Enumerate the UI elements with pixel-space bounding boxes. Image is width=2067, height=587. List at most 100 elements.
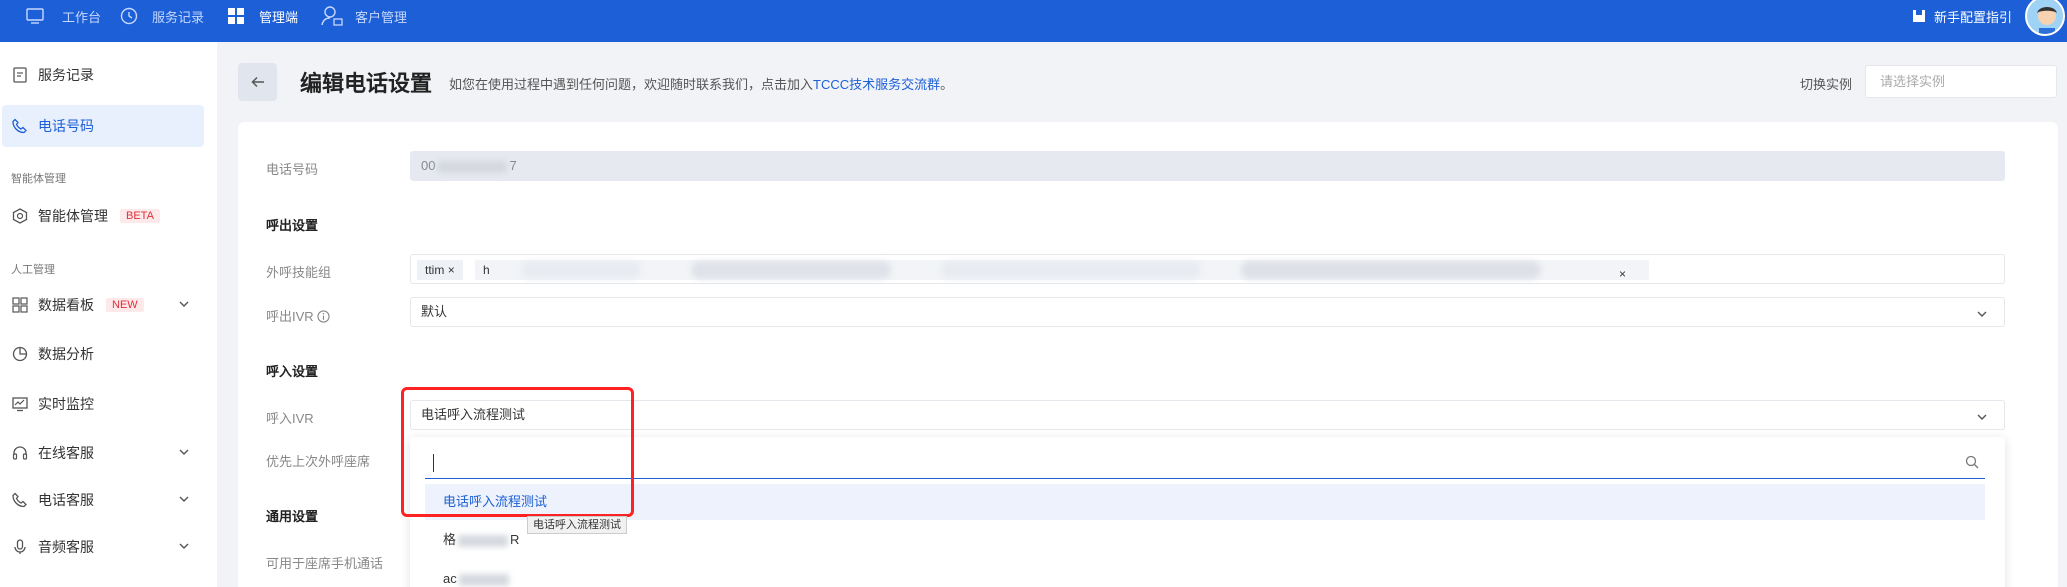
sidebar-item-online-service[interactable]: 在线客服 xyxy=(2,432,204,474)
masked-text xyxy=(458,573,509,586)
dropdown-search-input[interactable] xyxy=(425,447,1985,479)
dropdown-option[interactable]: ac xyxy=(425,561,1985,587)
phone-icon xyxy=(12,118,27,134)
dashboard-icon xyxy=(12,297,28,313)
chevron-down-icon xyxy=(179,449,189,455)
sidebar-item-phone-service[interactable]: 电话客服 xyxy=(2,479,204,521)
outbound-section-title: 呼出设置 xyxy=(266,218,319,233)
info-icon[interactable] xyxy=(317,310,330,323)
masked-text xyxy=(1241,261,1541,279)
sidebar-item-realtime-monitor[interactable]: 实时监控 xyxy=(2,383,204,425)
sidebar-item-label: 电话客服 xyxy=(38,492,94,508)
inbound-section-title: 呼入设置 xyxy=(266,364,319,379)
nav-workbench[interactable]: 工作台 xyxy=(26,0,101,32)
skill-tag-label: ttim xyxy=(425,263,445,277)
chevron-down-icon xyxy=(1977,311,1987,317)
masked-text xyxy=(691,261,891,279)
inbound-ivr-label: 呼入IVR xyxy=(266,411,314,426)
sidebar-item-label: 电话号码 xyxy=(38,118,94,134)
phone-number-field: 00 7 xyxy=(410,151,2005,181)
document-icon xyxy=(13,67,27,83)
beta-badge: BETA xyxy=(120,209,160,223)
nav-workbench-label: 工作台 xyxy=(62,9,102,25)
new-badge: NEW xyxy=(106,298,144,312)
sidebar: 服务记录 电话号码 智能体管理 智能体管理 BETA 人工管理 数据看板 NEW… xyxy=(0,42,217,587)
monitor-chart-icon xyxy=(12,397,28,412)
option-label: ac xyxy=(443,571,457,586)
book-icon xyxy=(1912,10,1925,22)
outbound-ivr-select[interactable]: 默认 xyxy=(410,297,2005,327)
general-section-title: 通用设置 xyxy=(266,509,319,524)
group-agent-label: 智能体管理 xyxy=(11,173,66,185)
pie-chart-icon xyxy=(12,346,28,362)
masked-text xyxy=(458,534,509,547)
masked-text xyxy=(941,261,1201,279)
chevron-down-icon xyxy=(1977,414,1987,420)
sidebar-item-phone-numbers[interactable]: 电话号码 xyxy=(2,105,204,147)
masked-text xyxy=(521,261,641,279)
back-button[interactable] xyxy=(238,63,277,101)
page-title: 编辑电话设置 xyxy=(300,71,433,96)
microphone-icon xyxy=(14,539,26,554)
phone-number-label: 电话号码 xyxy=(266,162,319,177)
dropdown-option[interactable]: 电话呼入流程测试 xyxy=(425,484,1985,520)
sidebar-item-label: 实时监控 xyxy=(38,396,94,412)
grid-icon xyxy=(228,8,244,24)
instance-select[interactable]: 请选择实例 xyxy=(1865,65,2057,98)
sidebar-item-data-analysis[interactable]: 数据分析 xyxy=(2,333,204,375)
chevron-down-icon xyxy=(179,543,189,549)
sidebar-item-label: 数据分析 xyxy=(38,346,94,362)
nav-customer-label: 客户管理 xyxy=(355,9,408,25)
option-label: 格 xyxy=(443,532,457,547)
nav-service-records-label: 服务记录 xyxy=(152,9,205,25)
phone-number-prefix: 00 xyxy=(421,158,436,173)
skill-tag: ttim × xyxy=(417,260,463,280)
nav-service-records[interactable]: 服务记录 xyxy=(120,0,204,32)
mobile-call-label: 可用于座席手机通话 xyxy=(266,556,384,571)
priority-agent-label: 优先上次外呼座席 xyxy=(266,454,371,469)
nav-customer[interactable]: 客户管理 xyxy=(321,0,407,32)
sidebar-item-label: 音频客服 xyxy=(38,539,94,555)
sidebar-item-label: 在线客服 xyxy=(38,445,94,461)
option-tooltip: 电话呼入流程测试 xyxy=(527,516,627,534)
masked-text xyxy=(437,160,508,173)
search-icon xyxy=(1965,455,1979,469)
sidebar-item-label: 数据看板 xyxy=(38,297,94,313)
tccc-group-link[interactable]: TCCC技术服务交流群 xyxy=(813,77,940,92)
chevron-down-icon xyxy=(179,496,189,502)
hint-text: 如您在使用过程中遇到任何问题，欢迎随时联系我们，点击加入 xyxy=(449,77,814,92)
sidebar-item-audio-service[interactable]: 音频客服 xyxy=(2,526,204,568)
switch-instance-label: 切换实例 xyxy=(1800,77,1853,92)
remove-tag-icon[interactable]: × xyxy=(1619,260,1626,288)
dropdown-option[interactable]: 格R xyxy=(425,522,1985,558)
outbound-ivr-label-text: 呼出IVR xyxy=(266,309,314,324)
skill-group-label: 外呼技能组 xyxy=(266,265,332,280)
headset-icon xyxy=(12,446,28,460)
remove-tag-icon[interactable]: × xyxy=(448,263,455,277)
outbound-ivr-label: 呼出IVR xyxy=(266,306,330,325)
sidebar-item-dashboard[interactable]: 数据看板 NEW xyxy=(2,284,204,326)
sidebar-item-agent-management[interactable]: 智能体管理 BETA xyxy=(2,195,204,237)
avatar-icon xyxy=(2027,0,2063,34)
nav-admin[interactable]: 管理端 xyxy=(227,0,298,32)
customer-icon xyxy=(321,6,343,26)
phone-number-suffix: 7 xyxy=(509,158,517,173)
avatar[interactable] xyxy=(2025,0,2065,36)
sidebar-item-label: 智能体管理 xyxy=(38,208,108,224)
skill-tag-label: h xyxy=(483,263,490,277)
guide-link[interactable]: 新手配置指引 xyxy=(1912,0,2012,32)
hint-suffix: 。 xyxy=(940,77,954,92)
option-suffix: R xyxy=(510,532,520,547)
inbound-ivr-select[interactable]: 电话呼入流程测试 xyxy=(410,400,2005,430)
skill-group-select[interactable]: ttim × h × xyxy=(410,254,2005,284)
chevron-down-icon xyxy=(179,301,189,307)
group-manual-label: 人工管理 xyxy=(11,264,55,276)
top-bar: 工作台 服务记录 管理端 客户管理 新手配置指引 xyxy=(0,0,2067,42)
agent-icon xyxy=(12,208,28,224)
sidebar-item-service-records[interactable]: 服务记录 xyxy=(2,54,204,96)
clock-icon xyxy=(120,7,138,25)
page-hint: 如您在使用过程中遇到任何问题，欢迎随时联系我们，点击加入TCCC技术服务交流群。 xyxy=(449,74,953,93)
monitor-icon xyxy=(26,8,44,24)
phone-icon xyxy=(12,492,27,508)
guide-label: 新手配置指引 xyxy=(1933,9,2012,25)
